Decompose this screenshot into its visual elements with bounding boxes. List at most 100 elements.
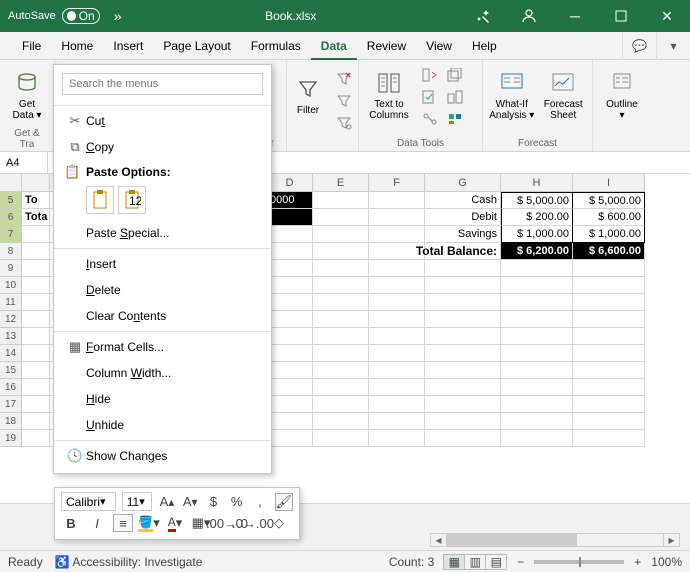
- increase-decimal-icon[interactable]: .0→.00: [243, 514, 263, 532]
- ctx-delete[interactable]: Delete: [54, 277, 271, 303]
- cell[interactable]: [369, 192, 425, 209]
- rowhead[interactable]: 18: [0, 413, 22, 430]
- cell[interactable]: 0000: [267, 192, 313, 209]
- rowhead[interactable]: 12: [0, 311, 22, 328]
- cell[interactable]: $ 6,600.00: [573, 243, 645, 260]
- cell[interactable]: $ 5,000.00: [501, 192, 573, 209]
- percent-icon[interactable]: %: [228, 493, 245, 511]
- flash-fill-icon[interactable]: [419, 66, 441, 84]
- ctx-clear-contents[interactable]: Clear Contents: [54, 303, 271, 329]
- colhead-e[interactable]: E: [313, 174, 369, 192]
- tab-data[interactable]: Data: [311, 32, 357, 60]
- align-icon[interactable]: ≡: [113, 514, 133, 532]
- cell[interactable]: [22, 243, 50, 260]
- fontsize-select[interactable]: 11 ▾: [122, 492, 153, 511]
- cell[interactable]: [313, 192, 369, 209]
- decrease-font-icon[interactable]: A▾: [182, 493, 199, 511]
- forecast-sheet-button[interactable]: ForecastSheet: [541, 64, 587, 126]
- ctx-column-width[interactable]: Column Width...: [54, 360, 271, 386]
- comma-icon[interactable]: ,: [251, 493, 268, 511]
- scroll-left-icon[interactable]: ◂: [431, 534, 447, 546]
- cell[interactable]: Cash: [425, 192, 501, 209]
- filter-button[interactable]: Filter: [289, 64, 327, 126]
- scroll-right-icon[interactable]: ▸: [663, 534, 679, 546]
- tab-pagelayout[interactable]: Page Layout: [153, 32, 240, 60]
- relationships-icon[interactable]: [419, 110, 441, 128]
- search-magic-icon[interactable]: [460, 0, 506, 32]
- advanced-icon[interactable]: [333, 114, 355, 132]
- cell[interactable]: [267, 226, 313, 243]
- paste-option-1[interactable]: [86, 186, 114, 214]
- cell[interactable]: $ 600.00: [573, 209, 645, 226]
- cell[interactable]: Total Balance:: [425, 243, 501, 260]
- cell[interactable]: [313, 226, 369, 243]
- paste-option-2[interactable]: 123: [118, 186, 146, 214]
- cell[interactable]: [369, 226, 425, 243]
- scroll-thumb[interactable]: [447, 534, 577, 546]
- colhead-f[interactable]: F: [369, 174, 425, 192]
- remove-dupes-icon[interactable]: [444, 66, 466, 84]
- colhead-h[interactable]: H: [501, 174, 573, 192]
- tab-home[interactable]: Home: [51, 32, 103, 60]
- rowhead[interactable]: 15: [0, 362, 22, 379]
- tab-file[interactable]: File: [12, 32, 51, 60]
- format-painter-icon[interactable]: 🖌: [275, 493, 294, 511]
- zoom-out-icon[interactable]: −: [517, 555, 524, 569]
- consolidate-icon[interactable]: [444, 88, 466, 106]
- maximize-button[interactable]: [598, 0, 644, 32]
- rowhead[interactable]: 13: [0, 328, 22, 345]
- autosave-toggle[interactable]: AutoSave On: [8, 8, 100, 24]
- increase-font-icon[interactable]: A▴: [158, 493, 175, 511]
- rowhead[interactable]: 14: [0, 345, 22, 362]
- rowhead[interactable]: 8: [0, 243, 22, 260]
- reapply-icon[interactable]: [333, 92, 355, 110]
- cell[interactable]: To: [22, 192, 50, 209]
- clear-filter-icon[interactable]: [333, 70, 355, 88]
- accessibility-status[interactable]: ♿ Accessibility: Investigate: [55, 555, 203, 569]
- tab-formulas[interactable]: Formulas: [241, 32, 311, 60]
- rowhead[interactable]: 5: [0, 192, 22, 209]
- ctx-unhide[interactable]: Unhide: [54, 412, 271, 438]
- cell[interactable]: $ 5,000.00: [573, 192, 645, 209]
- cell[interactable]: [369, 209, 425, 226]
- cell[interactable]: $ 1,000.00: [501, 226, 573, 243]
- italic-icon[interactable]: I: [87, 514, 107, 532]
- cell[interactable]: Savings: [425, 226, 501, 243]
- outline-button[interactable]: Outline▾: [599, 64, 645, 126]
- whatif-button[interactable]: What-IfAnalysis ▾: [489, 64, 535, 126]
- zoom-slider[interactable]: [534, 560, 624, 564]
- ctx-insert[interactable]: Insert: [54, 251, 271, 277]
- text-to-columns-button[interactable]: Text toColumns: [365, 64, 413, 126]
- share-icon[interactable]: ▾: [656, 32, 690, 60]
- minimize-button[interactable]: ─: [552, 0, 598, 32]
- bold-icon[interactable]: B: [61, 514, 81, 532]
- ctx-paste-special[interactable]: Paste Special...: [54, 220, 271, 246]
- font-select[interactable]: Calibri ▾: [61, 492, 116, 511]
- horizontal-scrollbar[interactable]: ◂ ▸: [430, 533, 680, 547]
- rowhead[interactable]: 11: [0, 294, 22, 311]
- cell[interactable]: [22, 226, 50, 243]
- cell[interactable]: Tota: [22, 209, 50, 226]
- cell[interactable]: $ 6,200.00: [501, 243, 573, 260]
- view-pagelayout-icon[interactable]: ▥: [464, 554, 486, 570]
- cell[interactable]: Debit: [425, 209, 501, 226]
- cell[interactable]: [267, 209, 313, 226]
- font-color-icon[interactable]: A▾: [165, 514, 185, 532]
- cell[interactable]: [267, 243, 313, 260]
- name-box[interactable]: A4: [0, 152, 48, 174]
- ctx-copy[interactable]: ⧉Copy: [54, 134, 271, 160]
- ctx-cut[interactable]: ✂Cut: [54, 108, 271, 134]
- rowhead[interactable]: 10: [0, 277, 22, 294]
- view-pagebreak-icon[interactable]: ▤: [485, 554, 507, 570]
- comments-icon[interactable]: 💬: [622, 32, 656, 60]
- ctx-format-cells[interactable]: ▦Format Cells...: [54, 334, 271, 360]
- close-button[interactable]: ✕: [644, 0, 690, 32]
- ctx-show-changes[interactable]: 🕓Show Changes: [54, 443, 271, 469]
- cell[interactable]: [313, 243, 369, 260]
- rowhead[interactable]: 16: [0, 379, 22, 396]
- tab-review[interactable]: Review: [357, 32, 416, 60]
- select-all-corner[interactable]: [0, 174, 22, 192]
- cell[interactable]: [313, 209, 369, 226]
- rowhead[interactable]: 9: [0, 260, 22, 277]
- tab-help[interactable]: Help: [462, 32, 507, 60]
